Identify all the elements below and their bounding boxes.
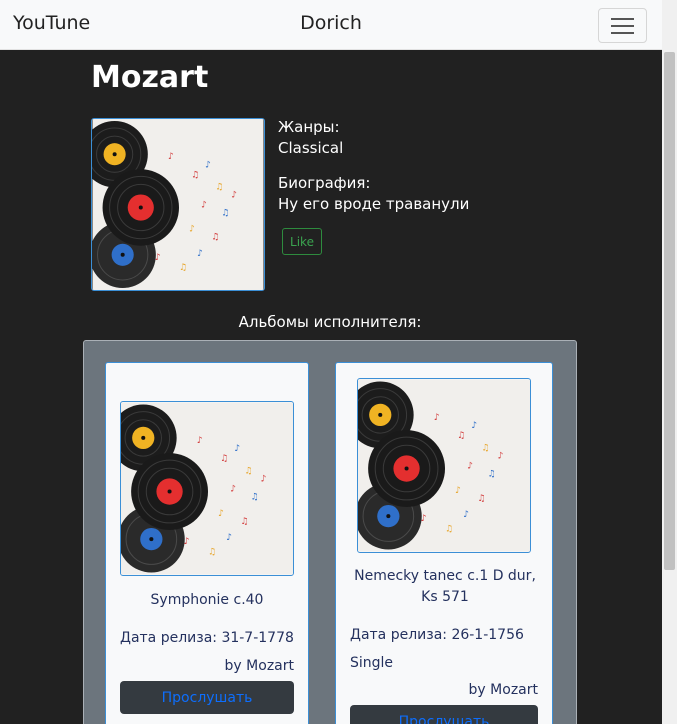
- album-release-date: Дата релиза: 31-7-1778: [120, 630, 294, 646]
- album-artist: by Mozart: [468, 682, 538, 698]
- albums-container: Symphonie c.40 Дата релиза: 31-7-1778 by…: [83, 340, 577, 724]
- brand-logo[interactable]: YouTune: [13, 12, 90, 34]
- current-user: Dorich: [300, 12, 362, 34]
- biography-label: Биография:: [278, 174, 371, 192]
- album-type: Single: [350, 655, 394, 671]
- navbar: YouTune Dorich: [0, 0, 662, 50]
- genres-value: Classical: [278, 139, 344, 157]
- like-button[interactable]: Like: [282, 228, 322, 255]
- page-scrollbar[interactable]: [662, 0, 677, 724]
- album-release-date: Дата релиза: 26-1-1756: [350, 627, 524, 643]
- menu-toggle-button[interactable]: [598, 8, 647, 43]
- scrollbar-thumb[interactable]: [664, 52, 675, 570]
- album-card[interactable]: Nemecky tanec c.1 D dur, Ks 571 Дата рел…: [335, 362, 553, 724]
- album-cover[interactable]: [357, 378, 531, 553]
- listen-button[interactable]: Прослушать: [120, 681, 294, 714]
- albums-heading: Альбомы исполнителя:: [238, 313, 422, 331]
- album-card[interactable]: Symphonie c.40 Дата релиза: 31-7-1778 by…: [105, 362, 309, 724]
- biography-value: Ну его вроде траванули: [278, 195, 470, 213]
- hamburger-icon-line: [611, 32, 634, 34]
- album-title[interactable]: Symphonie c.40: [106, 590, 308, 611]
- listen-button[interactable]: Прослушать: [350, 705, 538, 724]
- album-cover[interactable]: [120, 401, 294, 576]
- artist-name: Mozart: [91, 60, 209, 95]
- hamburger-icon: [611, 18, 634, 20]
- hamburger-icon-line: [611, 25, 634, 27]
- album-title[interactable]: Nemecky tanec c.1 D dur, Ks 571: [350, 566, 540, 608]
- album-artist: by Mozart: [224, 658, 294, 674]
- artist-image: [91, 118, 265, 291]
- genres-label: Жанры:: [278, 118, 340, 136]
